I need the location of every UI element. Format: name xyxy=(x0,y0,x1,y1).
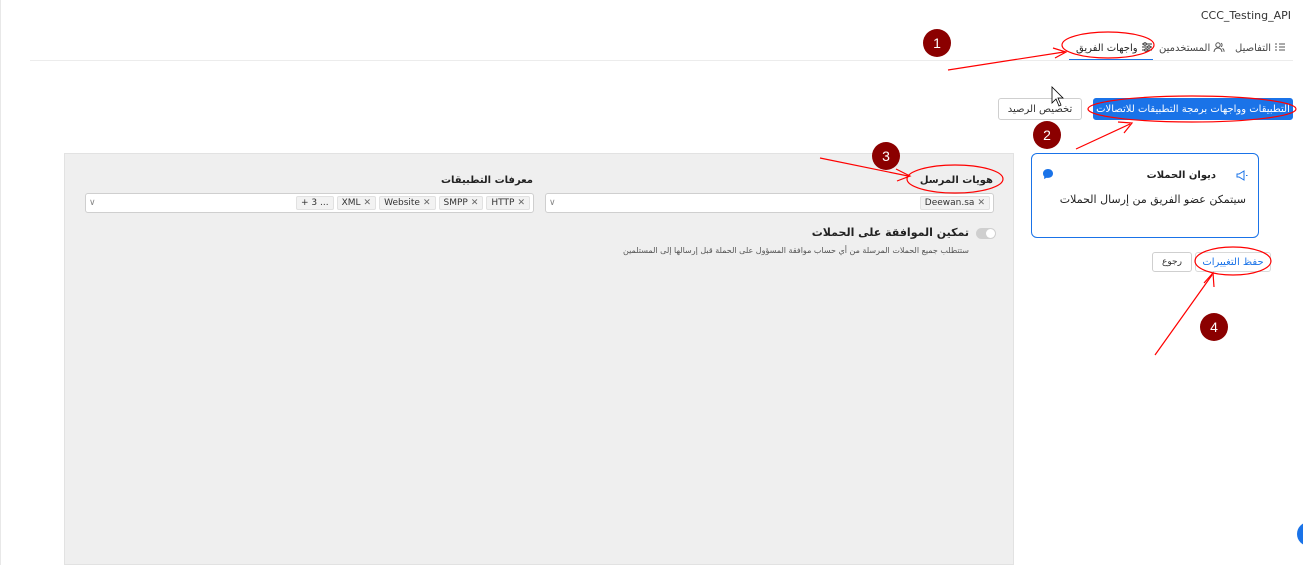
sender-ids-label: هويات المرسل xyxy=(919,175,993,186)
card-title: ديوان الحملات xyxy=(1146,170,1216,181)
annotation-marker-4: 4 xyxy=(1200,313,1228,341)
tab-team-interfaces-label: واجهات الفريق xyxy=(1076,42,1138,54)
communications-apis-button[interactable]: التطبيقات وواجهات برمجة التطبيقات للاتصا… xyxy=(1093,98,1293,120)
sender-id-tag-label: Deewan.sa xyxy=(924,198,975,208)
approval-toggle[interactable] xyxy=(976,228,996,239)
remove-tag-icon[interactable]: ✕ xyxy=(977,198,985,208)
megaphone-icon xyxy=(1236,166,1248,185)
tabs-divider xyxy=(30,60,1293,61)
card-description: سيتمكن عضو الفريق من إرسال الحملات xyxy=(1059,193,1246,206)
sender-ids-select[interactable]: Deewan.sa ✕ ∨ xyxy=(545,193,994,213)
settings-panel: هويات المرسل Deewan.sa ✕ ∨ معرفات التطبي… xyxy=(64,153,1014,565)
tab-details-label: التفاصيل xyxy=(1235,42,1272,54)
balance-allocation-button[interactable]: تخصيص الرصيد xyxy=(998,98,1082,120)
annotation-arrow-4 xyxy=(1154,274,1213,356)
annotation-marker-3: 3 xyxy=(872,142,900,170)
chat-bubble-icon xyxy=(1042,165,1054,184)
remove-tag-icon[interactable]: ✕ xyxy=(471,198,479,208)
annotation-arrowhead-2 xyxy=(1117,121,1134,134)
app-id-tag-label: XML xyxy=(341,198,361,208)
chevron-down-icon[interactable]: ∨ xyxy=(89,198,96,208)
tab-users[interactable]: المستخدمين xyxy=(1159,37,1225,59)
app-id-tag-label: Website xyxy=(384,198,420,208)
app-title: CCC_Testing_API xyxy=(1200,9,1291,22)
annotation-arrow-1 xyxy=(947,51,1065,71)
users-icon xyxy=(1213,41,1225,56)
annotation-marker-1: 1 xyxy=(923,29,951,57)
save-changes-button[interactable]: حفظ التغييرات xyxy=(1195,252,1271,272)
list-icon xyxy=(1274,41,1286,56)
remove-tag-icon[interactable]: ✕ xyxy=(364,198,372,208)
tab-users-label: المستخدمين xyxy=(1159,42,1211,54)
annotation-arrow-2 xyxy=(1075,123,1131,150)
chat-fab-button[interactable] xyxy=(1297,522,1303,546)
app-id-tag: HTTP ✕ xyxy=(486,196,530,210)
campaigns-card[interactable]: ديوان الحملات سيتمكن عضو الفريق من إرسال… xyxy=(1031,153,1259,238)
approval-toggle-label: تمكين الموافقة على الحملات xyxy=(811,226,969,239)
app-ids-label: معرفات التطبيقات xyxy=(440,175,533,186)
app-ids-select[interactable]: HTTP ✕ SMPP ✕ Website ✕ XML ✕ + 3 ... ∨ xyxy=(85,193,534,213)
sender-id-tag: Deewan.sa ✕ xyxy=(919,196,990,210)
remove-tag-icon[interactable]: ✕ xyxy=(423,198,431,208)
annotation-arrowhead-4 xyxy=(1203,271,1215,288)
app-id-tag: XML ✕ xyxy=(336,196,377,210)
app-id-tag-label: HTTP xyxy=(491,198,515,208)
sliders-icon xyxy=(1141,41,1153,56)
app-id-tag: Website ✕ xyxy=(379,196,436,210)
app-id-tag-label: SMPP xyxy=(443,198,468,208)
app-id-tag: SMPP ✕ xyxy=(438,196,484,210)
toggle-knob xyxy=(986,229,995,238)
annotation-arrowhead-1 xyxy=(1052,47,1068,59)
more-tags-badge[interactable]: + 3 ... xyxy=(296,196,334,210)
left-border xyxy=(0,0,1,565)
back-button[interactable]: رجوع xyxy=(1152,252,1192,272)
approval-description: ستتطلب جميع الحملات المرسلة من أي حساب م… xyxy=(623,246,969,255)
tab-team-interfaces[interactable]: واجهات الفريق xyxy=(1076,37,1153,59)
chevron-down-icon[interactable]: ∨ xyxy=(549,198,556,208)
tab-details[interactable]: التفاصيل xyxy=(1235,37,1286,59)
annotation-marker-2: 2 xyxy=(1033,121,1061,149)
remove-tag-icon[interactable]: ✕ xyxy=(517,198,525,208)
